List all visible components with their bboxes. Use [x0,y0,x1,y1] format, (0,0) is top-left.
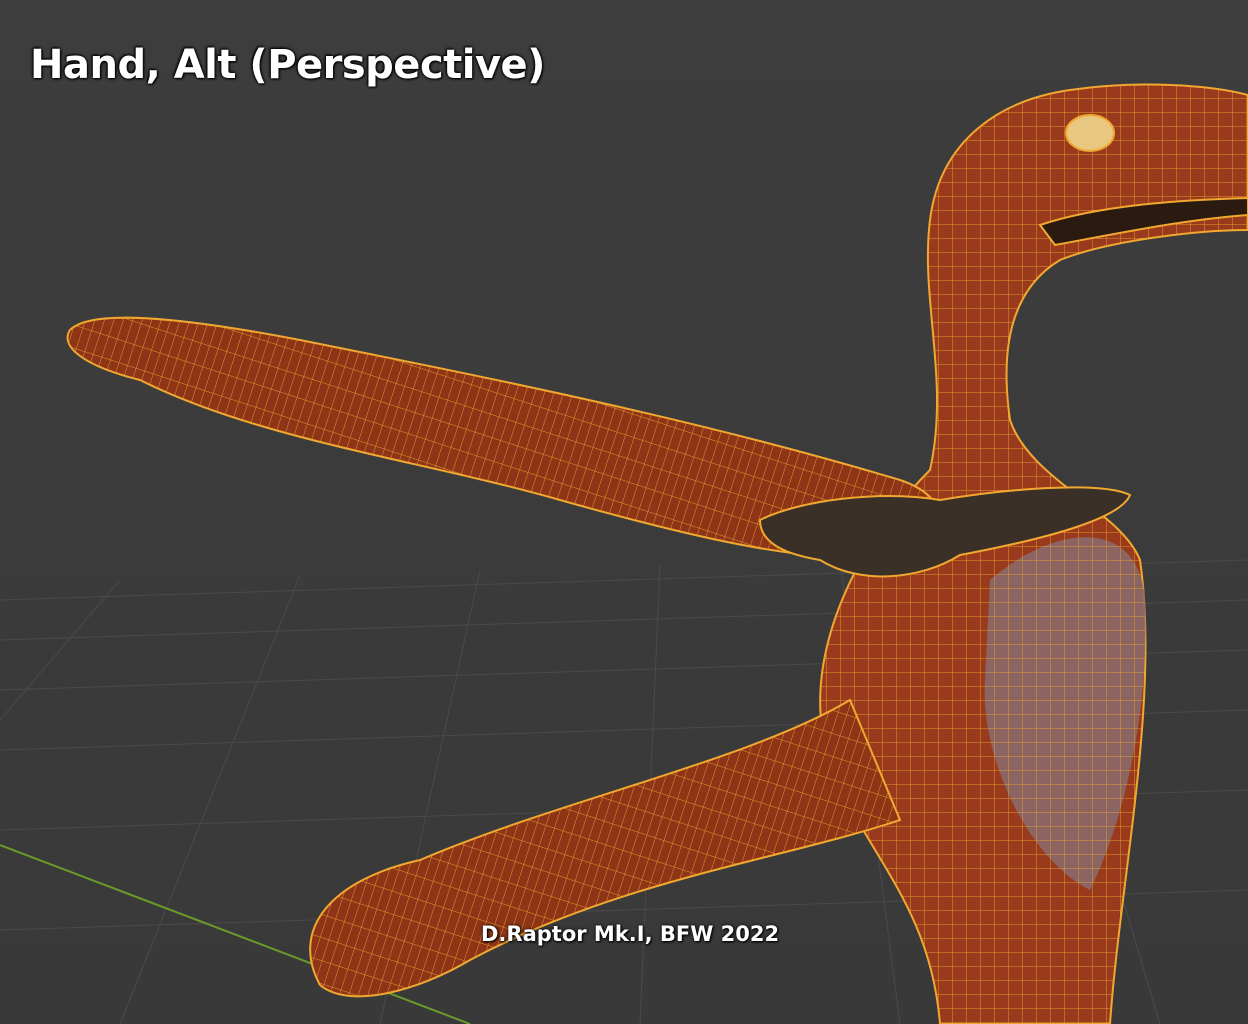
credit-text: D.Raptor Mk.I, BFW 2022 [481,922,780,946]
3d-viewport[interactable]: Hand, Alt (Perspective) D.Raptor Mk.I, B… [0,0,1248,1024]
viewport-view-label: Hand, Alt (Perspective) [30,42,545,88]
